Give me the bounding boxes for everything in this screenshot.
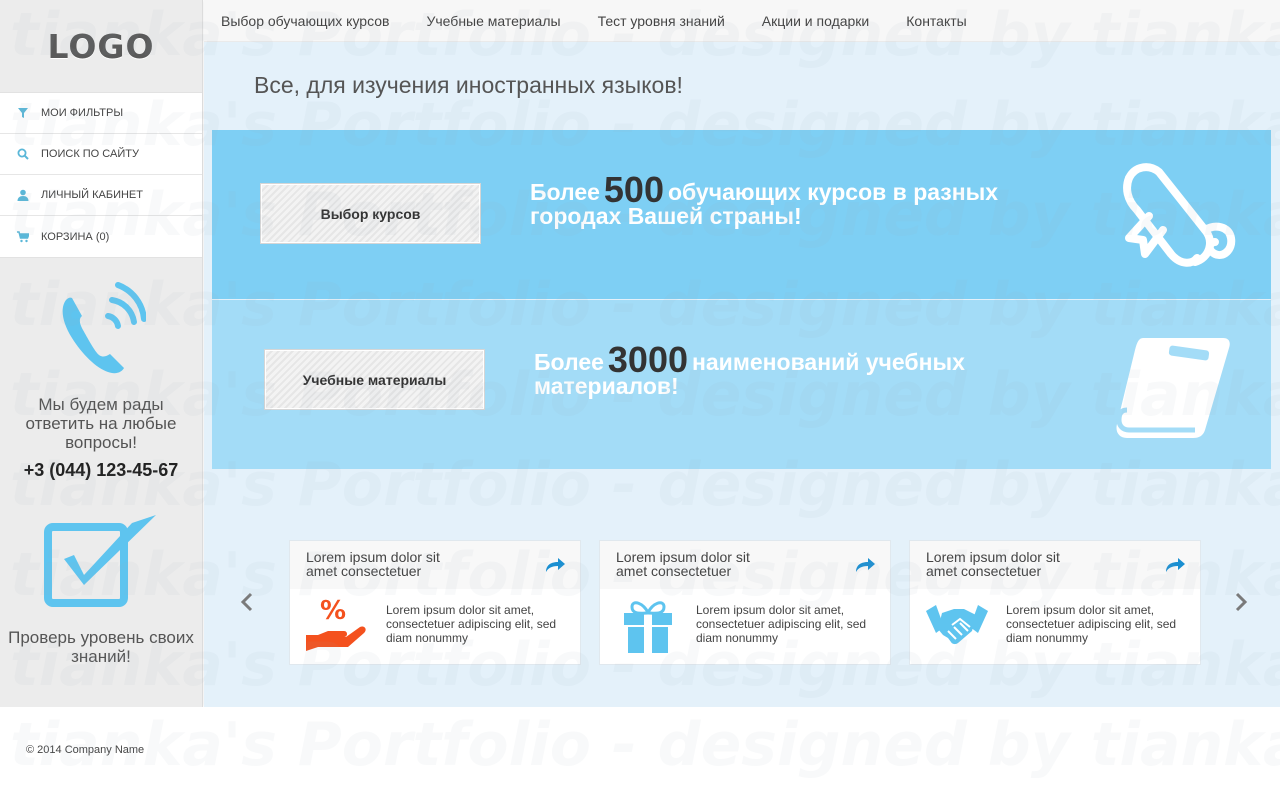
card-header: Lorem ipsum dolor sit amet consectetuer [290,541,580,589]
discount-hand-icon: % [306,597,366,651]
promo-card[interactable]: Lorem ipsum dolor sit amet consectetuer … [289,540,581,665]
svg-text:%: % [320,597,346,626]
card-title-line1: Lorem ipsum dolor sit [306,549,440,565]
card-header: Lorem ipsum dolor sit amet consectetuer [600,541,890,589]
banner-text: Более 3000 наименований учебных материалов… [534,342,1034,399]
banner-text-after: обучающих курсов в разных городах Вашей … [530,179,999,229]
card-title-line1: Lorem ipsum dolor sit [926,549,1060,565]
checkbox-icon [43,515,156,607]
copyright: © 2014 Company Name [26,744,145,756]
logo[interactable]: LOGO [0,0,202,92]
nav-materials[interactable]: Учебные материалы [426,13,560,29]
banner-courses: Выбор курсов Более 500 обучающих курсов в … [212,130,1271,299]
card-body: Lorem ipsum dolor sit amet, consectetuer… [600,589,890,665]
card-text: Lorem ipsum dolor sit amet, consectetuer… [696,603,867,645]
phone-number[interactable]: +3 (044) 123-45-67 [0,460,202,481]
page-title: Все, для изучения иностранных языков! [254,72,683,98]
banner-materials: Учебные материалы Более 3000 наименований … [212,300,1271,469]
materials-button[interactable]: Учебные материалы [265,350,484,409]
nav-contacts[interactable]: Контакты [906,13,966,29]
call-text: Мы будем рады ответить на любые вопросы! [25,395,177,452]
share-icon[interactable] [1164,557,1186,573]
check-block[interactable]: Проверь уровень своих знаний! [0,515,202,666]
side-item-label: ЛИЧНЫЙ КАБИНЕТ [41,189,143,201]
card-header: Lorem ipsum dolor sit amet consectetuer [910,541,1200,589]
side-item-cart[interactable]: КОРЗИНА (0) [0,216,202,257]
share-icon[interactable] [544,557,566,573]
nav-promotions[interactable]: Акции и подарки [762,13,869,29]
side-item-search[interactable]: ПОИСК ПО САЙТУ [0,134,202,175]
card-title-line2: amet consectetuer [926,563,1042,579]
book-icon [1116,338,1230,438]
promo-card[interactable]: Lorem ipsum dolor sit amet consectetuer … [909,540,1201,665]
choose-courses-button[interactable]: Выбор курсов [261,184,480,243]
banner-text: Более 500 обучающих курсов в разных города… [530,172,1030,229]
promo-card[interactable]: Lorem ipsum dolor sit amet consectetuer … [599,540,891,665]
carousel-prev-icon[interactable] [239,592,255,612]
call-block: Мы будем рады ответить на любые вопросы!… [0,258,202,481]
card-body: % Lorem ipsum dolor sit amet, consectetu… [290,589,580,665]
banner-text-before: Более [534,349,604,375]
side-item-account[interactable]: ЛИЧНЫЙ КАБИНЕТ [0,175,202,216]
gift-icon [624,601,672,653]
cart-icon [17,230,29,243]
sidebar: LOGO МОИ ФИЛЬТРЫ ПОИСК ПО САЙТУ ЛИЧНЫЙ К… [0,0,203,707]
banner-text-before: Более [530,179,600,205]
share-icon[interactable] [854,557,876,573]
phone-icon [56,282,147,378]
top-nav: Выбор обучающих курсов Учебные материалы… [204,0,1280,42]
diploma-icon [1123,163,1236,267]
card-title-line1: Lorem ipsum dolor sit [616,549,750,565]
side-item-label: ПОИСК ПО САЙТУ [41,148,139,160]
card-text: Lorem ipsum dolor sit amet, consectetuer… [386,603,557,645]
side-menu: МОИ ФИЛЬТРЫ ПОИСК ПО САЙТУ ЛИЧНЫЙ КАБИНЕ… [0,92,202,258]
side-item-label: КОРЗИНА (0) [41,230,110,243]
check-text: Проверь уровень своих знаний! [8,628,194,666]
nav-courses[interactable]: Выбор обучающих курсов [221,13,389,29]
card-title-line2: amet consectetuer [616,563,732,579]
card-text: Lorem ipsum dolor sit amet, consectetuer… [1006,603,1177,645]
carousel-next-icon[interactable] [1233,592,1249,612]
search-icon [17,148,29,160]
user-icon [17,189,29,201]
filter-icon [17,107,29,119]
nav-test[interactable]: Тест уровня знаний [598,13,725,29]
side-item-filters[interactable]: МОИ ФИЛЬТРЫ [0,93,202,134]
side-item-label: МОИ ФИЛЬТРЫ [41,107,124,119]
card-body: Lorem ipsum dolor sit amet, consectetuer… [910,589,1200,665]
handshake-icon [926,605,988,645]
main-content: Выбор обучающих курсов Учебные материалы… [204,0,1280,707]
footer: © 2014 Company Name [0,707,1280,791]
card-title-line2: amet consectetuer [306,563,422,579]
